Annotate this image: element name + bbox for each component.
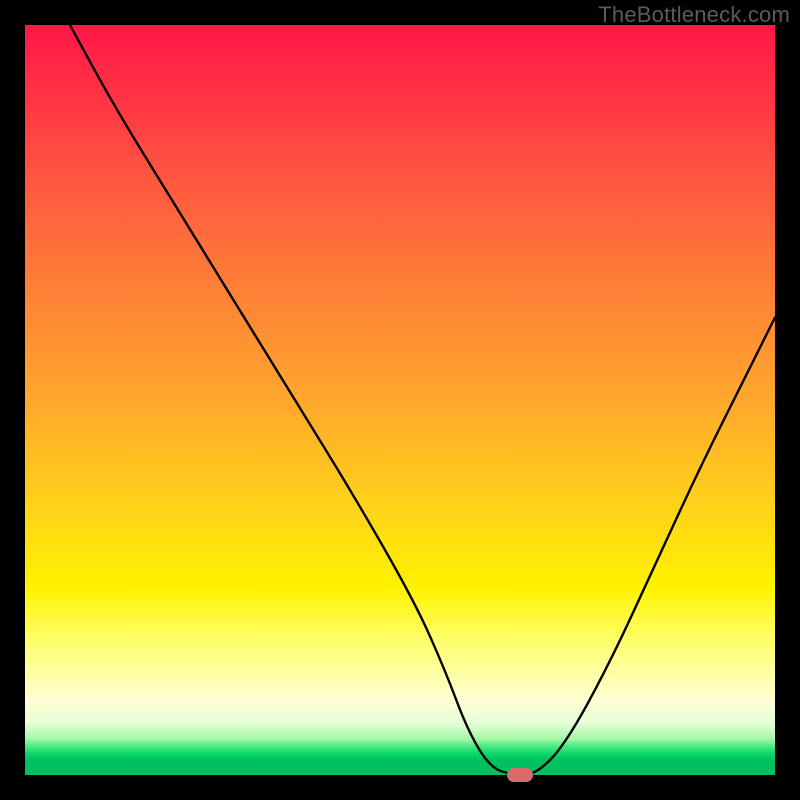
bottleneck-curve	[70, 25, 775, 775]
plot-area	[25, 25, 775, 775]
watermark-text: TheBottleneck.com	[598, 2, 790, 28]
curve-layer	[25, 25, 775, 775]
chart-frame: TheBottleneck.com	[0, 0, 800, 800]
optimal-marker	[507, 768, 533, 782]
